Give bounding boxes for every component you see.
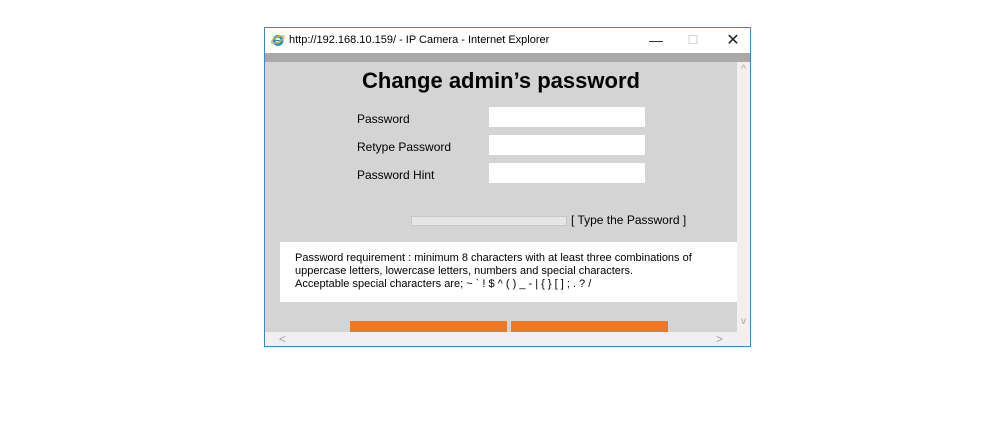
page-top-strip xyxy=(265,53,750,62)
requirement-line: uppercase letters, lowercase letters, nu… xyxy=(295,265,634,277)
password-label: Password xyxy=(357,112,410,126)
requirement-line: Acceptable special characters are; ~ ` !… xyxy=(295,278,592,290)
vertical-scrollbar[interactable]: ^ v xyxy=(737,62,750,332)
change-password-button[interactable]: CHANGE PASSWORD xyxy=(350,321,507,332)
change-later-button[interactable]: CHANGE LATER xyxy=(511,321,668,332)
title-bar[interactable]: http://192.168.10.159/ - IP Camera - Int… xyxy=(265,28,750,53)
scroll-left-icon[interactable]: < xyxy=(279,332,286,346)
scrollbar-corner xyxy=(737,332,750,346)
retype-password-input[interactable] xyxy=(489,135,645,155)
password-strength-text: [ Type the Password ] xyxy=(571,213,687,227)
scroll-down-icon[interactable]: v xyxy=(737,316,750,327)
maximize-button[interactable]: ☐ xyxy=(675,28,711,53)
scroll-right-icon[interactable]: > xyxy=(716,332,723,346)
password-strength-meter xyxy=(411,216,567,226)
scroll-up-icon[interactable]: ^ xyxy=(737,64,750,75)
browser-popup-window: http://192.168.10.159/ - IP Camera - Int… xyxy=(264,27,751,347)
retype-password-label: Retype Password xyxy=(357,140,452,154)
page-title: Change admin’s password xyxy=(362,68,640,93)
page-content: Change admin’s password Password Retype … xyxy=(265,62,737,332)
internet-explorer-icon xyxy=(271,35,285,46)
horizontal-scrollbar[interactable]: < > xyxy=(265,332,737,346)
password-hint-input[interactable] xyxy=(489,163,645,183)
password-hint-label: Password Hint xyxy=(357,168,435,182)
requirement-line: Password requirement : minimum 8 charact… xyxy=(295,252,692,264)
password-requirements-box: Password requirement : minimum 8 charact… xyxy=(280,242,737,302)
close-button[interactable]: ✕ xyxy=(715,28,751,53)
password-input[interactable] xyxy=(489,107,645,127)
window-title: http://192.168.10.159/ - IP Camera - Int… xyxy=(289,34,550,46)
minimize-button[interactable]: — xyxy=(638,28,674,53)
